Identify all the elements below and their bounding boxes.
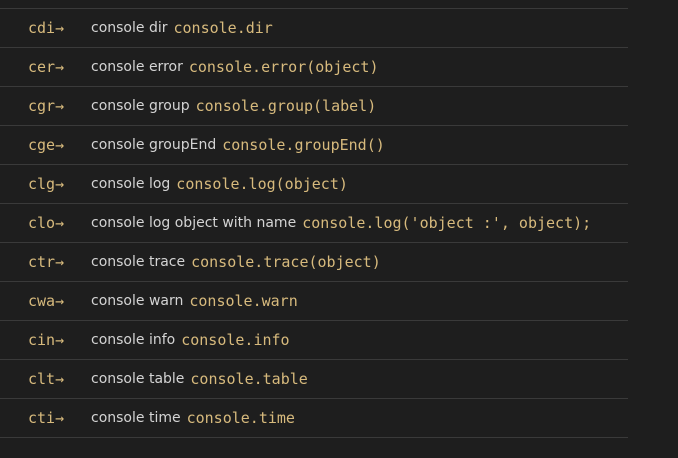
snippet-row-cin[interactable]: cin→ console info console.info	[0, 321, 628, 360]
snippet-row-clg[interactable]: clg→ console log console.log(object)	[0, 165, 628, 204]
snippet-prefix: cti→	[28, 409, 65, 427]
snippet-description: console group	[91, 98, 190, 114]
snippet-description: console time	[91, 410, 181, 426]
snippet-code: console.groupEnd()	[222, 136, 385, 154]
snippet-code: console.error(object)	[188, 58, 379, 76]
snippet-description: console dir	[91, 20, 168, 36]
snippet-description: console warn	[91, 293, 184, 309]
snippet-code: console.time	[186, 409, 295, 427]
snippet-row-cti[interactable]: cti→ console time console.time	[0, 399, 628, 438]
snippet-description: console groupEnd	[91, 137, 217, 153]
snippet-code: console.warn	[189, 292, 298, 310]
snippet-row-clt[interactable]: clt→ console table console.table	[0, 360, 628, 399]
snippet-code: console.log(object)	[176, 175, 348, 193]
snippet-row-cwa[interactable]: cwa→ console warn console.warn	[0, 282, 628, 321]
snippet-code: console.trace(object)	[191, 253, 381, 271]
snippet-description: console error	[91, 59, 183, 75]
snippet-prefix: cgr→	[28, 97, 65, 115]
snippet-code: console.group(label)	[195, 97, 377, 115]
snippet-row-cgr[interactable]: cgr→ console group console.group(label)	[0, 87, 628, 126]
snippet-description: console table	[91, 371, 185, 387]
snippet-row-cer[interactable]: cer→ console error console.error(object)	[0, 48, 628, 87]
snippet-prefix: clg→	[28, 175, 65, 193]
snippet-description: console log	[91, 176, 171, 192]
snippet-prefix: cwa→	[28, 292, 65, 310]
snippet-prefix: cin→	[28, 331, 65, 349]
snippet-code: console.table	[190, 370, 308, 388]
snippet-row-ctr[interactable]: ctr→ console trace console.trace(object)	[0, 243, 628, 282]
snippet-description: console log object with name	[91, 215, 297, 231]
snippet-code: console.info	[181, 331, 290, 349]
snippet-row-cdi[interactable]: cdi→ console dir console.dir	[0, 9, 628, 48]
snippet-code: console.dir	[173, 19, 273, 37]
snippet-prefix: clt→	[28, 370, 65, 388]
snippet-prefix: cdi→	[28, 19, 65, 37]
snippet-list: cdi→ console dir console.dir cer→ consol…	[0, 8, 628, 438]
snippet-prefix: cge→	[28, 136, 65, 154]
snippet-description: console info	[91, 332, 176, 348]
snippet-row-clo[interactable]: clo→ console log object with name consol…	[0, 204, 628, 243]
snippet-row-cge[interactable]: cge→ console groupEnd console.groupEnd()	[0, 126, 628, 165]
snippet-prefix: ctr→	[28, 253, 65, 271]
snippet-prefix: cer→	[28, 58, 65, 76]
snippet-prefix: clo→	[28, 214, 65, 232]
snippet-code: console.log('object :', object);	[302, 214, 592, 232]
snippet-description: console trace	[91, 254, 186, 270]
